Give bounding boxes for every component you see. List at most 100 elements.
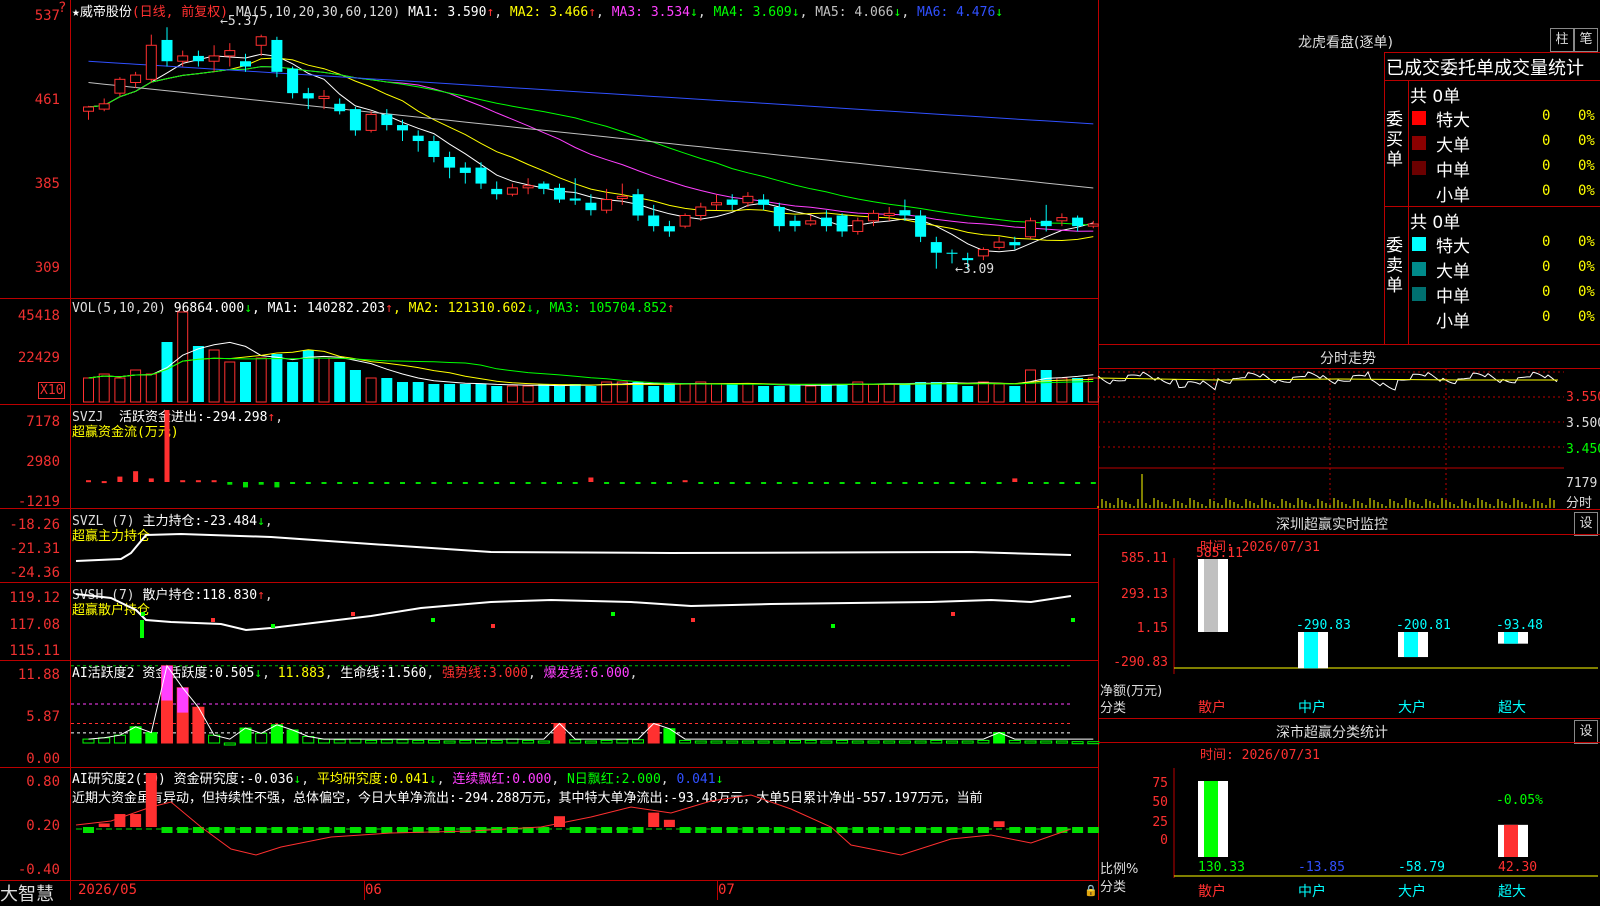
candlestick-chart[interactable] xyxy=(71,0,1099,298)
vol-axis-tick: 22429 xyxy=(17,350,60,366)
activity-bar xyxy=(365,739,378,744)
research-bar xyxy=(930,827,942,833)
research-chart[interactable] xyxy=(71,767,1099,880)
volume-bar xyxy=(459,384,471,402)
sz-bar-value: 585.11 xyxy=(1196,546,1243,561)
research-bar xyxy=(365,827,377,833)
sz-settings-button[interactable]: 设 xyxy=(1574,512,1598,536)
candle-body xyxy=(491,188,503,195)
candle-body xyxy=(648,215,660,227)
activity-bar xyxy=(600,739,613,744)
intraday-vol-tick: 7179 xyxy=(1566,476,1598,491)
svzj-axis-tick: 2980 xyxy=(26,454,60,470)
lhb-title: 龙虎看盘(逐单) xyxy=(1298,35,1393,51)
sz-bar-core xyxy=(1304,632,1318,669)
divider xyxy=(1384,52,1600,53)
flow-bar xyxy=(227,482,233,485)
activity-bar xyxy=(427,739,440,744)
volume-bar xyxy=(397,382,408,402)
svzj-axis-tick: 7178 xyxy=(26,414,60,430)
order-type: 小单 xyxy=(1436,186,1470,206)
research-bar xyxy=(601,827,613,833)
volume-bar xyxy=(789,384,801,402)
flow-bar xyxy=(698,482,704,484)
volume-bar xyxy=(695,381,707,403)
ai1-axis-tick: 0.00 xyxy=(26,751,60,767)
flow-bar xyxy=(651,482,657,484)
activity-chart[interactable] xyxy=(71,660,1100,767)
flow-bar xyxy=(117,476,123,482)
activity-bar xyxy=(349,738,362,744)
research-bar xyxy=(758,827,770,833)
candle-body xyxy=(585,202,597,211)
intraday-price-line xyxy=(1097,370,1558,391)
research-bar xyxy=(349,827,361,833)
volume-bar xyxy=(98,373,110,403)
volume-bar xyxy=(114,377,126,403)
research-bar xyxy=(1009,827,1021,833)
fund-flow-chart[interactable] xyxy=(71,404,1098,508)
candle-body xyxy=(349,109,361,131)
activity-bar xyxy=(1071,741,1084,745)
activity-bar xyxy=(569,739,582,744)
activity-bar-top xyxy=(177,687,189,713)
sh-axis-tick: 25 xyxy=(1152,815,1168,830)
volume-bar xyxy=(83,377,94,403)
main-force-holding-chart[interactable] xyxy=(71,508,1098,582)
research-bar xyxy=(161,827,173,833)
candle-body xyxy=(711,202,722,206)
retail-holding-chart[interactable] xyxy=(71,582,1098,660)
tick-mode-button[interactable]: 笔 xyxy=(1574,28,1598,52)
sh-ratio-chart[interactable]: 75 50 25 0 130.33 散户 -13.85 中户 -58.79 大户 42.30 超大 -0… xyxy=(1098,742,1600,900)
research-bar xyxy=(302,827,314,833)
volume-bar xyxy=(491,386,503,402)
activity-bar xyxy=(1055,740,1068,744)
research-bar xyxy=(569,827,581,833)
activity-bar xyxy=(113,734,126,744)
order-percent: 0% xyxy=(1578,234,1595,250)
flow-bar xyxy=(823,482,829,484)
lock-icon[interactable]: 🔒 xyxy=(1084,884,1098,897)
order-percent: 0% xyxy=(1578,183,1595,199)
date-label: 07 xyxy=(718,882,735,898)
retail-dot xyxy=(141,612,145,616)
intraday-chart[interactable] xyxy=(1097,368,1564,508)
retail-dot xyxy=(1071,618,1075,622)
ai2-axis-tick: 0.80 xyxy=(26,774,60,790)
sh-settings-button[interactable]: 设 xyxy=(1574,720,1598,744)
research-bar xyxy=(836,827,848,833)
flow-bar xyxy=(855,482,861,484)
flow-bar xyxy=(305,482,311,484)
volume-bar xyxy=(569,384,581,402)
research-bar xyxy=(899,827,911,833)
activity-bar xyxy=(773,740,786,744)
order-type: 特大 xyxy=(1436,237,1470,257)
sz-net-amount-chart[interactable]: 585.11 293.13 1.15 -290.83 585.11 散户 -290.83 中户… xyxy=(1098,534,1600,718)
retail-dot xyxy=(491,624,495,628)
volume-bar xyxy=(475,384,487,402)
flow-bar xyxy=(604,482,610,484)
price-axis-tick: 309 xyxy=(34,260,60,276)
activity-bar xyxy=(961,740,974,744)
divider xyxy=(1098,509,1600,510)
flow-bar xyxy=(792,482,798,484)
flow-bar xyxy=(86,480,91,483)
svzl-axis-tick: -18.26 xyxy=(9,517,60,533)
candle-body xyxy=(506,187,518,195)
candle-body xyxy=(255,36,267,46)
flow-bar xyxy=(352,482,358,484)
bar-mode-button[interactable]: 柱 xyxy=(1550,28,1574,52)
divider xyxy=(1384,52,1385,344)
activity-bar xyxy=(741,740,754,744)
sh-category: 超大 xyxy=(1498,884,1526,900)
sh-bar-value: 42.30 xyxy=(1498,860,1537,875)
research-bar xyxy=(711,827,722,833)
order-row: 中单 0 0% xyxy=(1410,282,1600,307)
retail-dot xyxy=(691,618,695,622)
vol-ma20-line xyxy=(88,357,1094,385)
flow-bar xyxy=(902,482,908,484)
volume-chart[interactable] xyxy=(71,298,1099,404)
sh-ylabel: 比例% xyxy=(1100,862,1139,877)
candle-body xyxy=(271,39,283,72)
flow-bar xyxy=(965,482,971,484)
